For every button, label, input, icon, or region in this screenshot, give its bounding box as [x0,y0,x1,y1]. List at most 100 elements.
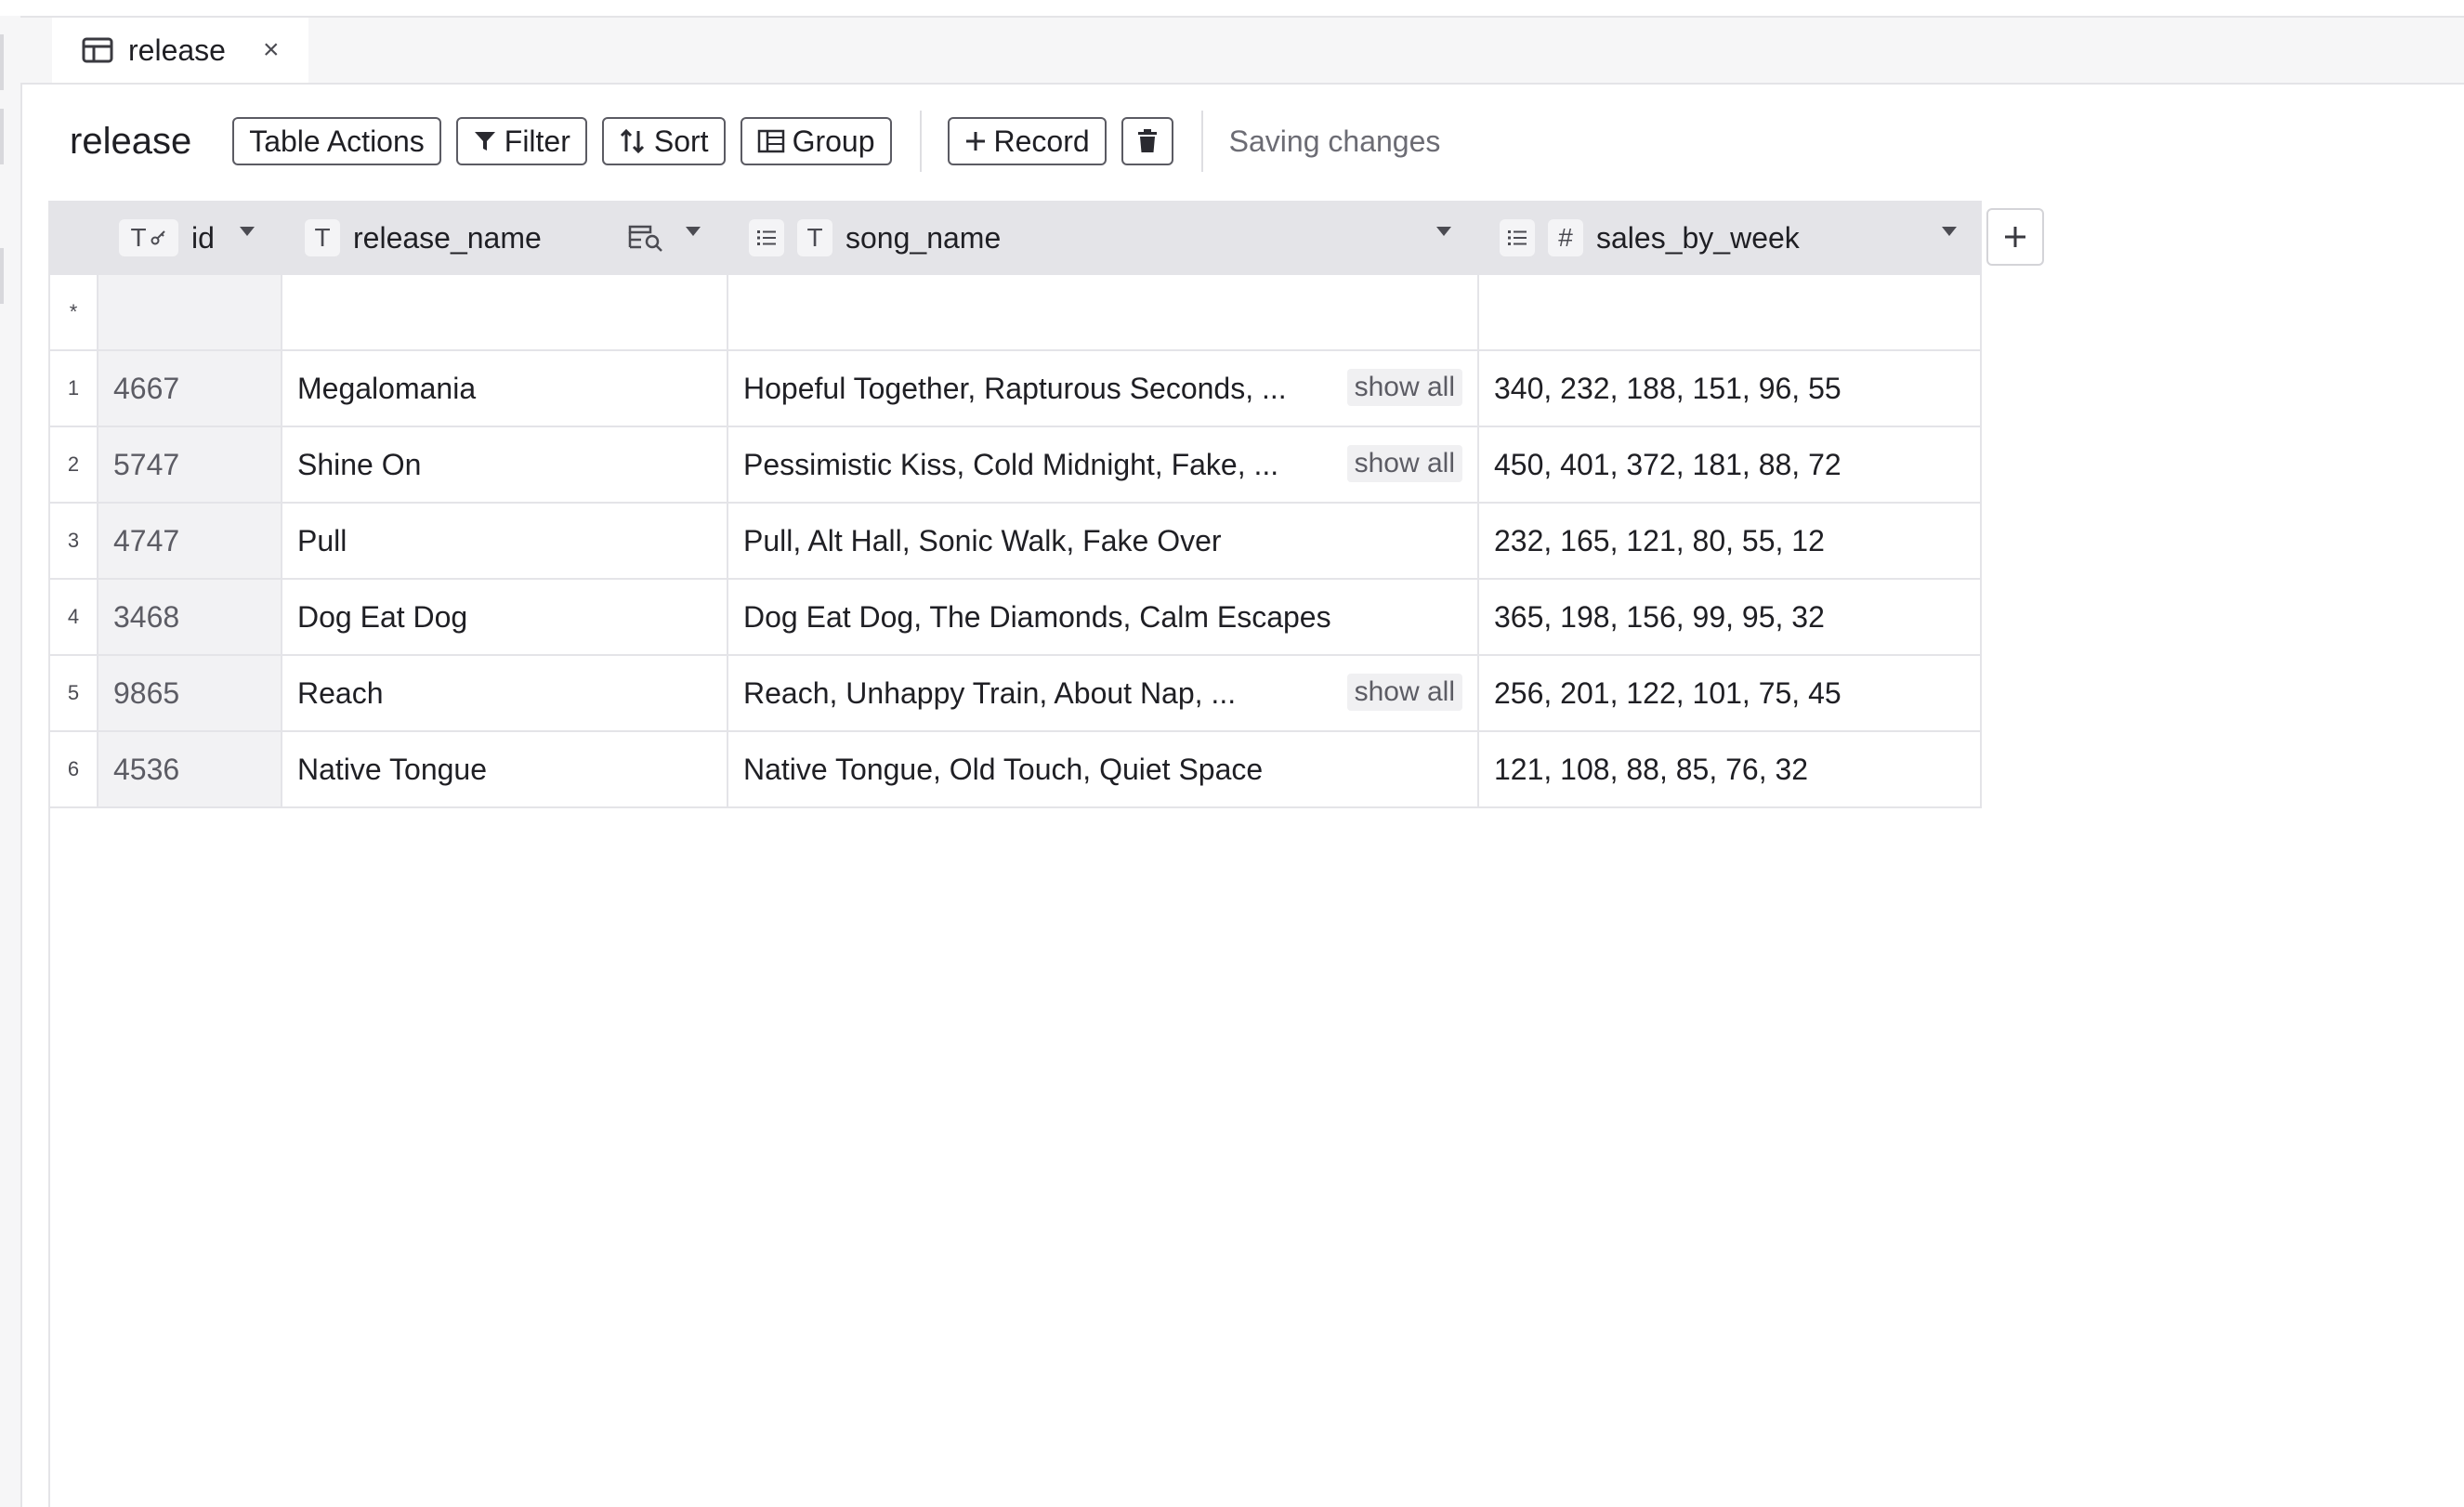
header-corner [48,201,98,275]
table-row[interactable]: 4 3468 Dog Eat Dog Dog Eat Dog, The Diam… [48,580,1982,656]
text-type-icon: T [797,219,832,256]
cell-sales-by-week[interactable]: 232, 165, 121, 80, 55, 12 [1479,504,1982,578]
table-actions-button[interactable]: Table Actions [232,117,441,165]
rail-marker [0,109,4,164]
cell-release-name[interactable]: Reach [282,656,728,730]
header-row: T id T release_name T song_name # sales_… [48,201,1982,275]
sort-label: Sort [653,124,709,158]
cell-id[interactable]: 3468 [98,580,282,654]
filter-button[interactable]: Filter [455,117,587,165]
text-key-type-icon: T [119,219,178,256]
table-row[interactable]: 1 4667 Megalomania Hopeful Together, Rap… [48,351,1982,427]
cell-release-name[interactable]: Native Tongue [282,732,728,806]
cell-song-name-text: Dog Eat Dog, The Diamonds, Calm Escapes [743,599,1331,634]
column-label-id: id [191,220,215,255]
cell-song-name[interactable]: Reach, Unhappy Train, About Nap, ... sho… [728,656,1479,730]
left-rail [0,16,22,1507]
cell-song-name[interactable]: Pull, Alt Hall, Sonic Walk, Fake Over [728,504,1479,578]
cell-sales-by-week[interactable]: 256, 201, 122, 101, 75, 45 [1479,656,1982,730]
cell-song-name-text: Reach, Unhappy Train, About Nap, ... [743,675,1237,710]
row-number: 2 [48,427,98,502]
record-label: Record [993,124,1090,158]
new-row-marker: * [48,275,98,349]
table-row[interactable]: 2 5747 Shine On Pessimistic Kiss, Cold M… [48,427,1982,504]
cell-sales-by-week[interactable]: 121, 108, 88, 85, 76, 32 [1479,732,1982,806]
cell-song-name-text: Native Tongue, Old Touch, Quiet Space [743,752,1264,786]
toolbar: release Table Actions Filter Sort Group … [70,111,2427,172]
rail-marker [0,34,4,90]
table-row[interactable]: 5 9865 Reach Reach, Unhappy Train, About… [48,656,1982,732]
table-row[interactable]: 3 4747 Pull Pull, Alt Hall, Sonic Walk, … [48,504,1982,580]
toolbar-divider [1200,111,1203,172]
plus-icon [2002,224,2028,250]
list-icon [749,219,784,256]
trash-icon [1136,129,1159,153]
key-icon [151,230,165,245]
type-chip-label: T [130,223,147,252]
cell-id[interactable]: 4747 [98,504,282,578]
text-type-icon: T [305,219,340,256]
cell-release-name[interactable]: Dog Eat Dog [282,580,728,654]
row-number: 4 [48,580,98,654]
new-cell-sales-by-week[interactable] [1479,275,1982,349]
status-text: Saving changes [1228,124,1441,158]
close-icon[interactable]: × [263,34,280,66]
number-type-icon: # [1548,219,1583,256]
row-number: 5 [48,656,98,730]
chevron-down-icon[interactable] [1942,227,1957,236]
tab-label: release [128,33,226,67]
cell-sales-by-week[interactable]: 365, 198, 156, 99, 95, 32 [1479,580,1982,654]
delete-button[interactable] [1121,117,1173,165]
add-record-button[interactable]: Record [947,117,1107,165]
sort-button[interactable]: Sort [601,117,726,165]
show-all-button[interactable]: show all [1346,674,1462,711]
cell-id[interactable]: 9865 [98,656,282,730]
cell-id[interactable]: 4536 [98,732,282,806]
cell-song-name-text: Hopeful Together, Rapturous Seconds, ... [743,371,1287,405]
table-icon [82,37,113,63]
column-header-id[interactable]: T id [98,201,282,275]
plus-icon [964,130,987,152]
chevron-down-icon[interactable] [1436,227,1451,236]
cell-sales-by-week[interactable]: 450, 401, 372, 181, 88, 72 [1479,427,1982,502]
lookup-icon[interactable] [628,223,665,253]
tab-strip: release × [20,16,2464,85]
table-actions-label: Table Actions [249,124,425,158]
new-cell-song-name[interactable] [728,275,1479,349]
data-grid: T id T release_name T song_name # sales_… [48,201,1982,808]
cell-song-name-text: Pessimistic Kiss, Cold Midnight, Fake, .… [743,447,1279,481]
cell-song-name[interactable]: Native Tongue, Old Touch, Quiet Space [728,732,1479,806]
tab-release[interactable]: release × [52,16,308,83]
show-all-button[interactable]: show all [1346,369,1462,406]
cell-release-name[interactable]: Pull [282,504,728,578]
row-number: 6 [48,732,98,806]
cell-song-name[interactable]: Dog Eat Dog, The Diamonds, Calm Escapes [728,580,1479,654]
row-number: 1 [48,351,98,426]
toolbar-divider [919,111,922,172]
sort-icon [619,127,647,155]
show-all-button[interactable]: show all [1346,445,1462,482]
list-icon [1500,219,1535,256]
cell-sales-by-week[interactable]: 340, 232, 188, 151, 96, 55 [1479,351,1982,426]
table-row[interactable]: 6 4536 Native Tongue Native Tongue, Old … [48,732,1982,808]
cell-song-name[interactable]: Pessimistic Kiss, Cold Midnight, Fake, .… [728,427,1479,502]
cell-release-name[interactable]: Shine On [282,427,728,502]
add-column-button[interactable] [1986,208,2044,266]
column-header-release-name[interactable]: T release_name [282,201,728,275]
new-record-row[interactable]: * [48,275,1982,351]
chevron-down-icon[interactable] [686,227,701,236]
cell-id[interactable]: 4667 [98,351,282,426]
app-window: release × release Table Actions Filter S… [0,0,2464,1507]
chevron-down-icon[interactable] [240,227,255,236]
row-number: 3 [48,504,98,578]
new-cell-id[interactable] [98,275,282,349]
column-header-song-name[interactable]: T song_name [728,201,1479,275]
cell-id[interactable]: 5747 [98,427,282,502]
group-icon [757,128,785,154]
cell-release-name[interactable]: Megalomania [282,351,728,426]
column-header-sales-by-week[interactable]: # sales_by_week [1479,201,1982,275]
new-cell-release-name[interactable] [282,275,728,349]
page-title: release [70,120,192,162]
cell-song-name[interactable]: Hopeful Together, Rapturous Seconds, ...… [728,351,1479,426]
group-button[interactable]: Group [740,117,892,165]
